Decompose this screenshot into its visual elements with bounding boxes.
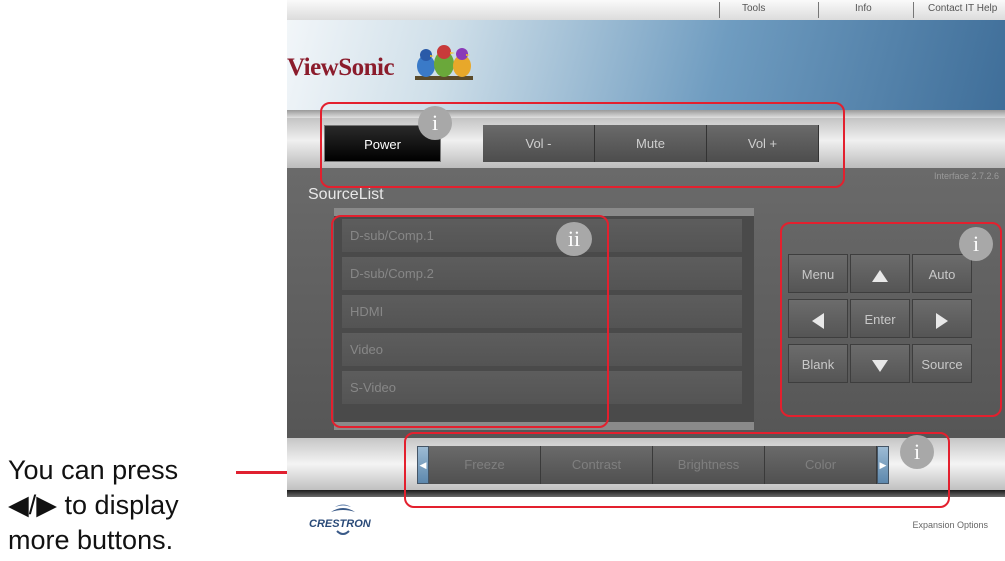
annotation-text: You can press ◀/▶ to display more button… <box>8 453 248 558</box>
annotation-line-2: ◀/▶ to display <box>8 490 179 520</box>
callout-badge-i: i <box>900 435 934 469</box>
menu-info-link[interactable]: Info <box>855 3 872 14</box>
menu-separator <box>913 2 914 18</box>
expansion-options-link[interactable]: Expansion Options <box>912 520 988 530</box>
crestron-logo-text: CRESTRON <box>309 518 372 530</box>
brand-logo: ViewSonic <box>287 54 395 81</box>
interface-version: Interface 2.7.2.6 <box>933 171 999 181</box>
crestron-logo-icon: CRESTRON <box>309 504 372 535</box>
highlight-box-toolbar <box>320 102 845 188</box>
menu-tools-link[interactable]: Tools <box>742 3 765 14</box>
menu-contact-it-help-link[interactable]: Contact IT Help <box>928 3 997 14</box>
callout-badge-i: i <box>959 227 993 261</box>
source-list-title: SourceList <box>308 186 384 203</box>
highlight-box-function-bar <box>404 432 950 508</box>
annotation-line-3: more buttons. <box>8 525 174 555</box>
callout-badge-ii: ii <box>556 222 592 256</box>
header-banner: ViewSonic <box>287 20 1005 110</box>
callout-badge-i: i <box>418 106 452 140</box>
annotation-line-1: You can press <box>8 455 179 485</box>
menu-separator <box>818 2 819 18</box>
top-menu: Tools Info Contact IT Help <box>287 0 1005 20</box>
birds-logo-icon <box>415 45 473 80</box>
menu-separator <box>719 2 720 18</box>
